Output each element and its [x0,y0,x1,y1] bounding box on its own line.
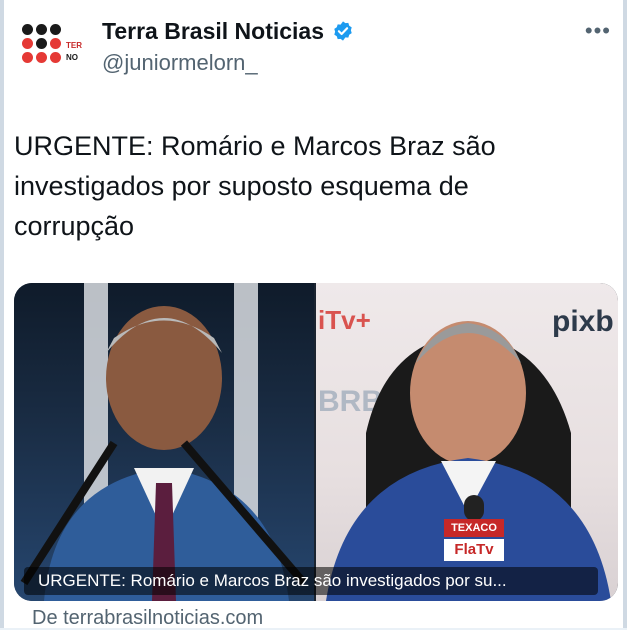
person-silhouette-icon [20,306,308,601]
verified-badge-icon [334,21,352,41]
display-name[interactable]: Terra Brasil Noticias [102,18,324,45]
right-edge [623,0,627,628]
card-title-overlay[interactable]: URGENTE: Romário e Marcos Braz são inves… [24,567,598,595]
logo-dot [50,38,61,49]
mic-flag-flatv: FlaTv [444,539,504,561]
card-source-link[interactable]: De terrabrasilnoticias.com [32,607,263,630]
left-edge [0,0,4,628]
logo-dot [22,38,33,49]
logo-dot [50,24,61,35]
tweet-line: URGENTE: Romário e Marcos Braz são [14,131,496,161]
more-options-icon[interactable]: ••• [585,18,611,44]
tweet-card: TER NO Terra Brasil Noticias @juniormelo… [0,0,627,630]
logo-text: NO [66,53,78,62]
logo-dot [50,52,61,63]
photo-marcos-braz: iTv+ pixb BRB TEXACO FlaTv [316,283,618,601]
logo-dot [36,38,47,49]
tweet-line: corrupção [14,211,135,241]
tweet-text: URGENTE: Romário e Marcos Braz são inves… [14,126,574,246]
logo-text: TER [66,41,82,50]
mic-flag-texaco: TEXACO [444,519,504,537]
logo-dot [36,24,47,35]
avatar[interactable]: TER NO [18,20,90,74]
photo-romario [14,283,314,601]
link-card-image[interactable]: iTv+ pixb BRB TEXACO FlaTv [14,283,618,601]
name-row: Terra Brasil Noticias [102,16,354,46]
logo-dot [22,52,33,63]
tweet-line: investigados por suposto esquema de [14,171,469,201]
user-handle[interactable]: @juniormelorn_ [102,50,258,76]
logo-dot [22,24,33,35]
logo-dot [36,52,47,63]
